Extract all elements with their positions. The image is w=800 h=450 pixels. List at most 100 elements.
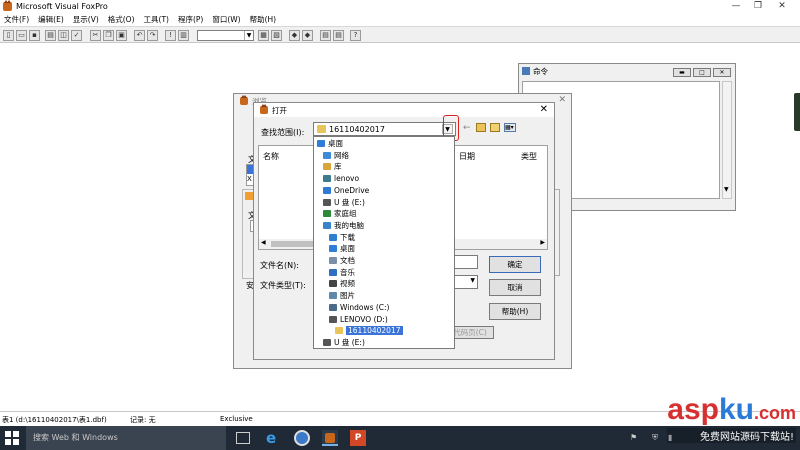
tray-people-icon[interactable]: ⚑ <box>630 433 640 443</box>
browse-close-icon[interactable]: ✕ <box>558 95 566 105</box>
database-combo[interactable]: ▼ <box>197 30 254 41</box>
download-icon <box>329 233 337 241</box>
dropdown-item[interactable]: 图片 <box>329 290 355 301</box>
filename-label: 文件名(N): <box>260 261 299 270</box>
dropdown-item[interactable]: 音乐 <box>329 267 355 278</box>
print-icon[interactable]: ▤ <box>45 30 56 41</box>
taskbar-search-box[interactable]: 搜索 Web 和 Windows <box>26 426 226 450</box>
undo-icon[interactable]: ↶ <box>134 30 145 41</box>
cancel-button[interactable]: 取消 <box>489 279 541 296</box>
edge-browser-icon[interactable]: e <box>266 430 282 446</box>
dropdown-item[interactable]: 桌面 <box>329 243 355 254</box>
windows-start-icon[interactable] <box>5 431 19 445</box>
side-dock-tab[interactable] <box>794 93 800 131</box>
new-folder-icon[interactable] <box>490 123 500 132</box>
dropdown-item[interactable]: U 盘 (E:) <box>323 197 365 208</box>
menu-edit[interactable]: 编辑(E) <box>34 14 69 25</box>
watermark-ku: ku <box>718 393 754 426</box>
video-icon <box>329 280 337 288</box>
scroll-left-icon[interactable]: ◀ <box>261 239 266 246</box>
help-icon[interactable]: ? <box>350 30 361 41</box>
form-wizard-icon[interactable]: ◆ <box>289 30 300 41</box>
dropdown-item-label: OneDrive <box>334 185 370 195</box>
dropdown-item[interactable]: 库 <box>323 161 342 172</box>
command-scrollbar[interactable]: ▼ <box>722 81 732 199</box>
new-file-icon[interactable]: ▯ <box>3 30 14 41</box>
command-window-title: 命令 <box>533 66 548 76</box>
up-folder-icon[interactable] <box>476 123 486 132</box>
foxpro-logo-icon <box>240 95 248 105</box>
ok-button[interactable]: 确定 <box>489 256 541 273</box>
command-minimize-button[interactable]: ▬ <box>673 68 691 77</box>
lookin-dropdown-list[interactable]: 桌面 网络库 lenovo OneDrive U 盘 (E:) 家庭组 我的电脑 下载 桌面 文档… <box>313 136 455 349</box>
menu-tools[interactable]: 工具(T) <box>140 14 174 25</box>
scroll-right-icon[interactable]: ▶ <box>540 239 545 246</box>
open-folder-icon[interactable]: ▭ <box>16 30 27 41</box>
column-type[interactable]: 类型 <box>521 151 537 162</box>
app-title: Microsoft Visual FoxPro <box>16 1 108 11</box>
document-icon <box>329 257 337 264</box>
menu-window[interactable]: 窗口(W) <box>208 14 245 25</box>
task-view-icon[interactable] <box>236 432 250 444</box>
dropdown-item-label: 文档 <box>340 256 355 265</box>
dropdown-item-label: 视频 <box>340 279 355 289</box>
dropdown-item[interactable]: 家庭组 <box>323 208 357 219</box>
command-window-icon[interactable]: ▦ <box>258 30 269 41</box>
dropdown-item[interactable]: 文档 <box>329 255 355 266</box>
command-window-icon <box>522 67 530 75</box>
dropdown-item-label: 音乐 <box>340 267 355 277</box>
computer-icon <box>323 221 331 229</box>
command-close-button[interactable]: ✕ <box>713 68 731 77</box>
dropdown-item[interactable]: 我的电脑 <box>323 220 364 231</box>
dropdown-item-label: 16110402017 <box>346 326 403 336</box>
lookin-combo[interactable]: 16110402017 ▼ <box>313 122 456 136</box>
paste-icon[interactable]: ▣ <box>116 30 127 41</box>
dropdown-item[interactable]: 视频 <box>329 278 355 289</box>
help-button[interactable]: 帮助(H) <box>489 303 541 320</box>
menu-view[interactable]: 显示(V) <box>69 14 104 25</box>
folder-icon <box>335 327 343 335</box>
library-icon <box>323 163 331 171</box>
dropdown-item[interactable]: lenovo <box>323 173 359 184</box>
dropdown-item[interactable]: LENOVO (D:) <box>329 314 388 325</box>
open-dialog-close-icon[interactable]: ✕ <box>540 104 548 115</box>
dropdown-item[interactable]: OneDrive <box>323 185 369 196</box>
foxpro-logo-icon <box>260 104 268 114</box>
dropdown-item[interactable]: 16110402017 <box>335 325 403 336</box>
close-button[interactable]: ✕ <box>772 0 792 12</box>
app-circle-icon[interactable] <box>294 430 310 446</box>
modify-icon[interactable]: ▥ <box>178 30 189 41</box>
dropdown-item[interactable]: U 盘 (E:) <box>323 337 365 348</box>
menu-program[interactable]: 程序(P) <box>174 14 208 25</box>
print-preview-icon[interactable]: ◫ <box>58 30 69 41</box>
data-session-icon[interactable]: ▧ <box>271 30 282 41</box>
column-name[interactable]: 名称 <box>263 151 279 162</box>
redo-icon[interactable]: ↷ <box>147 30 158 41</box>
command-maximize-button[interactable]: □ <box>693 68 711 77</box>
dropdown-item[interactable]: Windows (C:) <box>329 302 389 313</box>
menu-help[interactable]: 帮助(H) <box>246 14 282 25</box>
restore-button[interactable]: ❐ <box>748 0 768 12</box>
spelling-icon[interactable]: ✓ <box>71 30 82 41</box>
dropdown-item[interactable]: 网络 <box>323 150 349 161</box>
dropdown-item[interactable]: 桌面 <box>317 138 343 149</box>
menu-file[interactable]: 文件(F) <box>0 14 34 25</box>
dropdown-item-label: U 盘 (E:) <box>334 337 365 347</box>
report-wizard-icon[interactable]: ◆ <box>302 30 313 41</box>
menu-format[interactable]: 格式(O) <box>104 14 140 25</box>
tray-shield-icon[interactable]: ⛨ <box>652 433 662 443</box>
autoreport-icon[interactable]: ▤ <box>333 30 344 41</box>
save-icon[interactable]: ▪ <box>29 30 40 41</box>
copy-icon[interactable]: ❐ <box>103 30 114 41</box>
back-arrow-icon[interactable]: ← <box>463 123 471 133</box>
run-icon[interactable]: ! <box>165 30 176 41</box>
browse-label-x: X <box>247 175 252 183</box>
cut-icon[interactable]: ✂ <box>90 30 101 41</box>
autoform-icon[interactable]: ▤ <box>320 30 331 41</box>
minimize-button[interactable]: — <box>726 0 746 12</box>
column-date[interactable]: 日期 <box>459 151 475 162</box>
dropdown-item[interactable]: 下载 <box>329 232 355 243</box>
powerpoint-icon[interactable]: P <box>350 430 366 446</box>
foxpro-taskbar-icon[interactable] <box>322 430 338 446</box>
view-menu-icon[interactable]: ▦▾ <box>504 123 516 132</box>
